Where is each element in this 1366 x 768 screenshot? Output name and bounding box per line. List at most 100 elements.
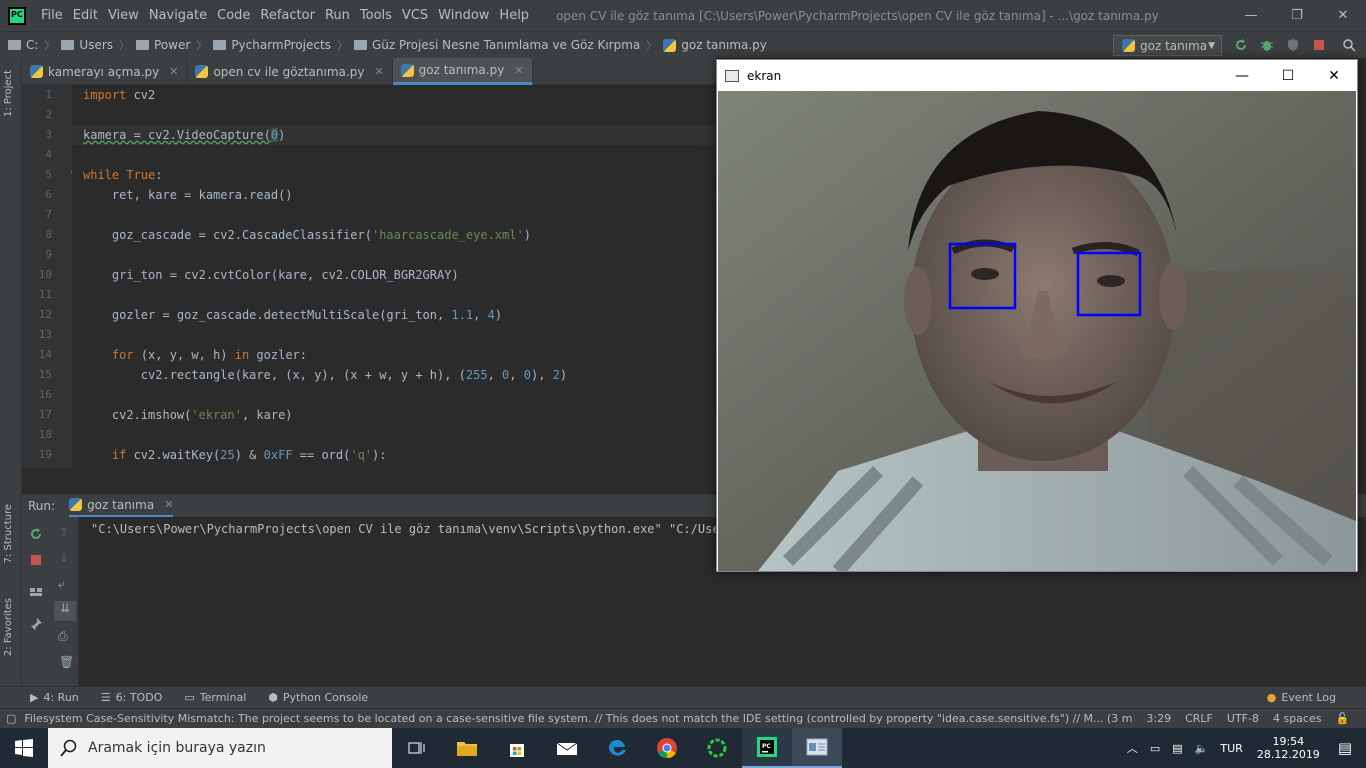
file-encoding[interactable]: UTF-8	[1227, 712, 1259, 725]
line-number: 15	[38, 368, 52, 381]
start-button[interactable]	[0, 728, 48, 768]
soft-wrap-icon[interactable]: ⤶	[58, 577, 65, 592]
chrome-icon[interactable]	[642, 728, 692, 768]
pin-icon[interactable]	[29, 617, 43, 631]
breadcrumb-power[interactable]: Power	[136, 38, 190, 52]
close-icon[interactable]: ✕	[1320, 0, 1366, 31]
tray-chevron-up-icon[interactable]: ︿	[1127, 740, 1138, 756]
close-tab-icon[interactable]: ✕	[514, 64, 523, 77]
status-message[interactable]: Filesystem Case-Sensitivity Mismatch: Th…	[24, 712, 1132, 725]
menu-view[interactable]: View	[103, 8, 144, 23]
indent-setting[interactable]: 4 spaces	[1273, 712, 1322, 725]
event-log-button[interactable]: ● Event Log	[1267, 691, 1336, 704]
line-number: 3	[45, 128, 52, 141]
menu-code[interactable]: Code	[212, 8, 255, 23]
coverage-icon[interactable]	[1286, 38, 1300, 52]
bottom-tool-tabs: ▶ 4: Run ☰ 6: TODO ▭ Terminal ⬢ Python Conso…	[0, 686, 1366, 708]
close-tab-icon[interactable]: ✕	[164, 498, 173, 511]
menu-tools[interactable]: Tools	[355, 8, 397, 23]
breadcrumb-pycharmprojects[interactable]: PycharmProjects	[213, 38, 331, 52]
code-line-3: kamera = cv2.VideoCapture(0)	[83, 128, 286, 142]
restore-icon[interactable]: ❐	[1274, 0, 1320, 31]
breadcrumb-file[interactable]: goz tanıma.py	[663, 38, 767, 52]
stop-icon[interactable]	[1312, 38, 1326, 52]
lock-icon[interactable]: 🔓	[1335, 712, 1349, 725]
language-indicator[interactable]: TUR	[1220, 742, 1242, 755]
pycharm-taskbar-icon[interactable]: PC	[742, 728, 792, 768]
notifications-icon[interactable]: ▤	[1338, 739, 1352, 757]
tool-tab-todo[interactable]: ☰ 6: TODO	[101, 691, 163, 704]
rerun-icon[interactable]	[1234, 38, 1248, 52]
menu-edit[interactable]: Edit	[68, 8, 103, 23]
close-tab-icon[interactable]: ✕	[169, 65, 178, 78]
line-number: 7	[45, 208, 52, 221]
python-file-icon	[195, 65, 209, 78]
network-icon[interactable]: ▤	[1172, 742, 1182, 755]
app-ring-icon[interactable]	[692, 728, 742, 768]
status-icon[interactable]: ▢	[6, 712, 16, 725]
code-line-14: for (x, y, w, h) in gozler:	[111, 348, 307, 362]
clock[interactable]: 19:54 28.12.2019	[1257, 735, 1320, 761]
opencv-window: ekran — ☐ ✕	[716, 59, 1358, 572]
rerun-icon[interactable]	[29, 527, 43, 541]
battery-icon[interactable]: ▭	[1150, 742, 1160, 755]
store-icon[interactable]	[492, 728, 542, 768]
windows-logo-icon	[15, 739, 33, 757]
breadcrumb-users[interactable]: Users	[61, 38, 113, 52]
menu-navigate[interactable]: Navigate	[144, 8, 212, 23]
menu-vcs[interactable]: VCS	[397, 8, 433, 23]
debug-icon[interactable]	[1260, 38, 1274, 52]
menu-refactor[interactable]: Refactor	[255, 8, 320, 23]
breadcrumb-drive[interactable]: C:	[8, 38, 38, 52]
breadcrumb-project[interactable]: Güz Projesi Nesne Tanımlama ve Göz Kırpm…	[353, 38, 640, 52]
line-number: 16	[38, 388, 52, 401]
minimize-icon[interactable]: —	[1228, 0, 1274, 31]
tool-tab-structure[interactable]: 7: Structure	[3, 504, 14, 563]
tool-tab-project[interactable]: 1: Project	[3, 70, 14, 117]
menu-window[interactable]: Window	[433, 8, 494, 23]
tab-kamerayi-acma[interactable]: kamerayı açma.py ✕	[22, 58, 188, 85]
tool-tab-terminal[interactable]: ▭ Terminal	[184, 691, 246, 704]
menu-file[interactable]: File	[36, 8, 68, 23]
task-view-icon[interactable]	[392, 728, 442, 768]
layout-icon[interactable]	[29, 585, 43, 599]
tool-tab-run[interactable]: ▶ 4: Run	[30, 691, 79, 704]
tab-open-cv-goztanima[interactable]: open cv ile göztanıma.py ✕	[187, 58, 393, 85]
stop-icon[interactable]	[29, 553, 43, 567]
line-separator[interactable]: CRLF	[1185, 712, 1213, 725]
edge-icon[interactable]	[592, 728, 642, 768]
arrow-up-icon[interactable]: ↑	[59, 525, 69, 539]
status-bar: ▢ Filesystem Case-Sensitivity Mismatch: …	[0, 708, 1366, 728]
line-number: 6	[45, 188, 52, 201]
arrow-down-icon[interactable]: ↓	[59, 551, 69, 565]
opencv-window-taskbar-icon[interactable]	[792, 728, 842, 768]
caret-position[interactable]: 3:29	[1146, 712, 1171, 725]
minimize-icon[interactable]: —	[1219, 60, 1265, 91]
taskbar-search[interactable]: Aramak için buraya yazın	[48, 728, 392, 768]
trash-icon[interactable]: 🗑	[59, 655, 74, 669]
run-tab[interactable]: goz tanıma ✕	[69, 494, 174, 517]
close-icon[interactable]: ✕	[1311, 60, 1357, 91]
tool-tab-favorites[interactable]: 2: Favorites	[3, 598, 14, 656]
print-icon[interactable]: ⎙	[58, 629, 68, 644]
menu-help[interactable]: Help	[494, 8, 534, 23]
code-editor[interactable]: import cv2 kamera = cv2.VideoCapture(0) …	[72, 85, 716, 468]
line-number: 17	[38, 408, 52, 421]
code-line-17: cv2.imshow('ekran', kare)	[83, 408, 293, 422]
file-explorer-icon[interactable]	[442, 728, 492, 768]
tool-tab-python-console[interactable]: ⬢ Python Console	[268, 691, 368, 704]
code-line-1: import cv2	[83, 88, 156, 102]
scroll-to-end-icon[interactable]: ⇊	[54, 601, 76, 621]
close-tab-icon[interactable]: ✕	[374, 65, 383, 78]
mail-icon[interactable]	[542, 728, 592, 768]
run-toolbar-right: ↑ ↓ ⤶ ⇊ ⎙ 🗑	[51, 517, 79, 686]
menu-run[interactable]: Run	[320, 8, 355, 23]
maximize-icon[interactable]: ☐	[1265, 60, 1311, 91]
code-line-10: gri_ton = cv2.cvtColor(kare, cv2.COLOR_B…	[83, 268, 459, 282]
search-everywhere-icon[interactable]	[1342, 38, 1356, 52]
volume-icon[interactable]: 🔈	[1195, 742, 1209, 755]
python-file-icon	[663, 38, 677, 52]
run-configuration-select[interactable]: goz tanıma ▼	[1113, 35, 1222, 56]
console-output: "C:\Users\Power\PycharmProjects\open CV …	[91, 522, 742, 536]
tab-goz-tanima[interactable]: goz tanıma.py ✕	[392, 58, 533, 85]
